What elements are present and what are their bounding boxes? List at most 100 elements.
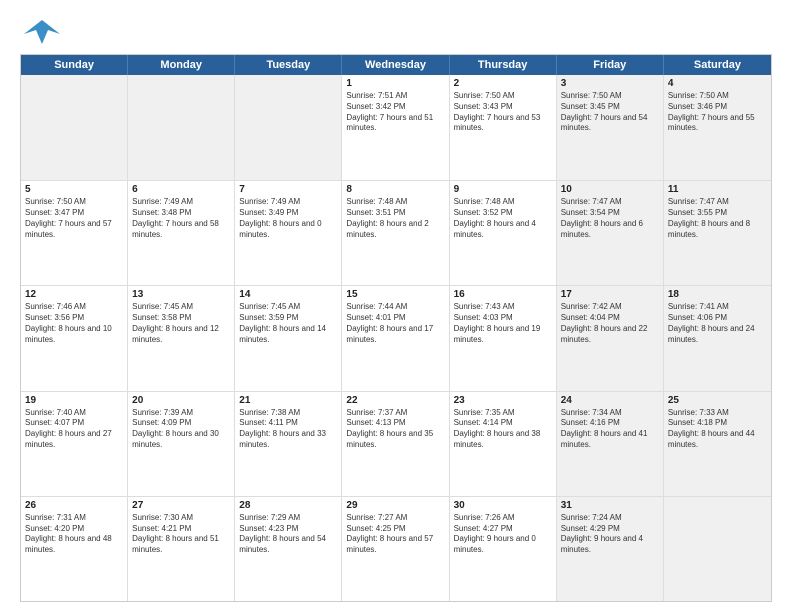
day-info: Sunrise: 7:38 AM Sunset: 4:11 PM Dayligh… [239, 408, 337, 451]
calendar-body: 1 Sunrise: 7:51 AM Sunset: 3:42 PM Daylig… [21, 75, 771, 601]
calendar-day-17: 17 Sunrise: 7:42 AM Sunset: 4:04 PM Dayli… [557, 286, 664, 390]
calendar-day-12: 12Sunrise: 7:46 AM Sunset: 3:56 PM Dayli… [21, 286, 128, 390]
day-info: Sunrise: 7:40 AM Sunset: 4:07 PM Dayligh… [25, 408, 123, 451]
day-info: Sunrise: 7:45 AM Sunset: 3:59 PM Dayligh… [239, 302, 337, 345]
calendar-row-3: 12Sunrise: 7:46 AM Sunset: 3:56 PM Dayli… [21, 285, 771, 390]
day-number: 23 [454, 395, 552, 406]
calendar-day-30: 30 Sunrise: 7:26 AM Sunset: 4:27 PM Dayli… [450, 497, 557, 601]
calendar-empty-cell [128, 75, 235, 180]
day-number: 16 [454, 289, 552, 300]
day-number: 5 [25, 184, 123, 195]
calendar-day-26: 26 Sunrise: 7:31 AM Sunset: 4:20 PM Dayli… [21, 497, 128, 601]
header-day-sunday: Sunday [21, 55, 128, 75]
calendar-empty-cell [664, 497, 771, 601]
calendar-day-11: 11 Sunrise: 7:47 AM Sunset: 3:55 PM Dayli… [664, 181, 771, 285]
calendar-day-1: 1 Sunrise: 7:51 AM Sunset: 3:42 PM Daylig… [342, 75, 449, 180]
day-number: 10 [561, 184, 659, 195]
header-day-wednesday: Wednesday [342, 55, 449, 75]
calendar: SundayMondayTuesdayWednesdayThursdayFrid… [20, 54, 772, 602]
calendar-day-22: 22Sunrise: 7:37 AM Sunset: 4:13 PM Dayli… [342, 392, 449, 496]
calendar-day-4: 4 Sunrise: 7:50 AM Sunset: 3:46 PM Daylig… [664, 75, 771, 180]
logo [20, 16, 60, 46]
calendar-day-25: 25 Sunrise: 7:33 AM Sunset: 4:18 PM Dayli… [664, 392, 771, 496]
day-number: 26 [25, 500, 123, 511]
day-number: 4 [668, 78, 767, 89]
day-info: Sunrise: 7:41 AM Sunset: 4:06 PM Dayligh… [668, 302, 767, 345]
calendar-row-5: 26 Sunrise: 7:31 AM Sunset: 4:20 PM Dayli… [21, 496, 771, 601]
day-number: 15 [346, 289, 444, 300]
day-number: 17 [561, 289, 659, 300]
header-day-tuesday: Tuesday [235, 55, 342, 75]
day-number: 1 [346, 78, 444, 89]
day-info: Sunrise: 7:46 AM Sunset: 3:56 PM Dayligh… [25, 302, 123, 345]
calendar-day-5: 5Sunrise: 7:50 AM Sunset: 3:47 PM Daylig… [21, 181, 128, 285]
calendar-row-4: 19Sunrise: 7:40 AM Sunset: 4:07 PM Dayli… [21, 391, 771, 496]
day-info: Sunrise: 7:35 AM Sunset: 4:14 PM Dayligh… [454, 408, 552, 451]
day-info: Sunrise: 7:31 AM Sunset: 4:20 PM Dayligh… [25, 513, 123, 556]
day-info: Sunrise: 7:50 AM Sunset: 3:43 PM Dayligh… [454, 91, 552, 134]
day-info: Sunrise: 7:39 AM Sunset: 4:09 PM Dayligh… [132, 408, 230, 451]
calendar-row-2: 5Sunrise: 7:50 AM Sunset: 3:47 PM Daylig… [21, 180, 771, 285]
day-number: 29 [346, 500, 444, 511]
day-info: Sunrise: 7:34 AM Sunset: 4:16 PM Dayligh… [561, 408, 659, 451]
calendar-day-14: 14 Sunrise: 7:45 AM Sunset: 3:59 PM Dayli… [235, 286, 342, 390]
day-info: Sunrise: 7:44 AM Sunset: 4:01 PM Dayligh… [346, 302, 444, 345]
calendar-day-15: 15 Sunrise: 7:44 AM Sunset: 4:01 PM Dayli… [342, 286, 449, 390]
day-number: 28 [239, 500, 337, 511]
calendar-day-10: 10 Sunrise: 7:47 AM Sunset: 3:54 PM Dayli… [557, 181, 664, 285]
day-info: Sunrise: 7:48 AM Sunset: 3:52 PM Dayligh… [454, 197, 552, 240]
day-info: Sunrise: 7:26 AM Sunset: 4:27 PM Dayligh… [454, 513, 552, 556]
calendar-day-9: 9 Sunrise: 7:48 AM Sunset: 3:52 PM Daylig… [450, 181, 557, 285]
day-info: Sunrise: 7:24 AM Sunset: 4:29 PM Dayligh… [561, 513, 659, 556]
day-info: Sunrise: 7:30 AM Sunset: 4:21 PM Dayligh… [132, 513, 230, 556]
calendar-day-21: 21Sunrise: 7:38 AM Sunset: 4:11 PM Dayli… [235, 392, 342, 496]
calendar-day-16: 16 Sunrise: 7:43 AM Sunset: 4:03 PM Dayli… [450, 286, 557, 390]
day-info: Sunrise: 7:43 AM Sunset: 4:03 PM Dayligh… [454, 302, 552, 345]
calendar-day-23: 23 Sunrise: 7:35 AM Sunset: 4:14 PM Dayli… [450, 392, 557, 496]
day-number: 14 [239, 289, 337, 300]
day-number: 25 [668, 395, 767, 406]
header-day-friday: Friday [557, 55, 664, 75]
day-number: 11 [668, 184, 767, 195]
day-info: Sunrise: 7:27 AM Sunset: 4:25 PM Dayligh… [346, 513, 444, 556]
header-day-thursday: Thursday [450, 55, 557, 75]
day-info: Sunrise: 7:51 AM Sunset: 3:42 PM Dayligh… [346, 91, 444, 134]
calendar-day-13: 13Sunrise: 7:45 AM Sunset: 3:58 PM Dayli… [128, 286, 235, 390]
calendar-day-7: 7 Sunrise: 7:49 AM Sunset: 3:49 PM Daylig… [235, 181, 342, 285]
header-day-saturday: Saturday [664, 55, 771, 75]
day-number: 6 [132, 184, 230, 195]
calendar-day-2: 2Sunrise: 7:50 AM Sunset: 3:43 PM Daylig… [450, 75, 557, 180]
page: SundayMondayTuesdayWednesdayThursdayFrid… [0, 0, 792, 612]
day-number: 7 [239, 184, 337, 195]
day-number: 9 [454, 184, 552, 195]
calendar-day-8: 8Sunrise: 7:48 AM Sunset: 3:51 PM Daylig… [342, 181, 449, 285]
day-info: Sunrise: 7:33 AM Sunset: 4:18 PM Dayligh… [668, 408, 767, 451]
calendar-day-18: 18 Sunrise: 7:41 AM Sunset: 4:06 PM Dayli… [664, 286, 771, 390]
day-info: Sunrise: 7:47 AM Sunset: 3:54 PM Dayligh… [561, 197, 659, 240]
day-info: Sunrise: 7:45 AM Sunset: 3:58 PM Dayligh… [132, 302, 230, 345]
calendar-day-3: 3Sunrise: 7:50 AM Sunset: 3:45 PM Daylig… [557, 75, 664, 180]
calendar-day-24: 24 Sunrise: 7:34 AM Sunset: 4:16 PM Dayli… [557, 392, 664, 496]
calendar-row-1: 1 Sunrise: 7:51 AM Sunset: 3:42 PM Daylig… [21, 75, 771, 180]
day-number: 18 [668, 289, 767, 300]
day-number: 27 [132, 500, 230, 511]
logo-bird-icon [24, 16, 60, 46]
day-info: Sunrise: 7:49 AM Sunset: 3:48 PM Dayligh… [132, 197, 230, 240]
day-info: Sunrise: 7:48 AM Sunset: 3:51 PM Dayligh… [346, 197, 444, 240]
day-number: 30 [454, 500, 552, 511]
calendar-day-6: 6 Sunrise: 7:49 AM Sunset: 3:48 PM Daylig… [128, 181, 235, 285]
calendar-day-29: 29 Sunrise: 7:27 AM Sunset: 4:25 PM Dayli… [342, 497, 449, 601]
day-number: 22 [346, 395, 444, 406]
day-info: Sunrise: 7:42 AM Sunset: 4:04 PM Dayligh… [561, 302, 659, 345]
day-number: 20 [132, 395, 230, 406]
header [20, 16, 772, 46]
day-info: Sunrise: 7:49 AM Sunset: 3:49 PM Dayligh… [239, 197, 337, 240]
day-number: 3 [561, 78, 659, 89]
day-info: Sunrise: 7:50 AM Sunset: 3:46 PM Dayligh… [668, 91, 767, 134]
day-number: 31 [561, 500, 659, 511]
header-day-monday: Monday [128, 55, 235, 75]
calendar-empty-cell [21, 75, 128, 180]
calendar-header: SundayMondayTuesdayWednesdayThursdayFrid… [21, 55, 771, 75]
day-number: 24 [561, 395, 659, 406]
day-info: Sunrise: 7:47 AM Sunset: 3:55 PM Dayligh… [668, 197, 767, 240]
